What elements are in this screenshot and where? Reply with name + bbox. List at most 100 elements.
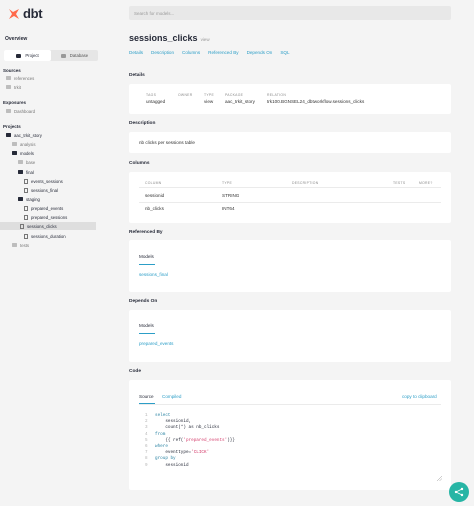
depends-on-card: Models prepared_events bbox=[129, 310, 451, 362]
sidebar-item-prepared-events[interactable]: prepared_events bbox=[24, 204, 63, 212]
sidebar-item-sessions-final[interactable]: sessions_final bbox=[24, 186, 58, 194]
sidebar-item-analysis[interactable]: analysis bbox=[12, 140, 36, 148]
code-block: 1 select 2 sessionid, 3 count(*) as nb_cl… bbox=[145, 413, 235, 469]
referenced-by-card: Models sessions_final bbox=[129, 240, 451, 292]
details-heading: Details bbox=[129, 73, 145, 78]
sidebar-item-base[interactable]: base bbox=[18, 158, 35, 166]
lineage-graph-icon bbox=[454, 487, 464, 497]
columns-header-type: TYPE bbox=[222, 181, 233, 185]
code-line: 9 sessionid bbox=[145, 462, 189, 468]
model-type: view bbox=[200, 37, 210, 42]
description-card: nb clicks per sessions table bbox=[129, 132, 451, 153]
details-value-tags: untagged bbox=[146, 99, 166, 104]
referenced-by-heading: Referenced By bbox=[129, 230, 163, 235]
sidebar-item-label: base bbox=[26, 159, 36, 165]
referenced-by-tab-models[interactable]: Models bbox=[139, 254, 154, 259]
details-value-package: aac_trkit_story bbox=[225, 99, 255, 104]
sidebar-item-staging[interactable]: staging bbox=[18, 195, 40, 203]
code-tab-source[interactable]: Source bbox=[139, 394, 154, 399]
sidebar-item-label: prepared_sessions bbox=[31, 214, 68, 220]
details-value-type: view bbox=[204, 99, 214, 104]
sidebar-item-label: trkit bbox=[14, 84, 21, 90]
folder-open-icon bbox=[6, 133, 11, 137]
details-label-package: PACKAGE bbox=[225, 93, 244, 97]
sidebar-item-dashboard[interactable]: Dashboard bbox=[6, 107, 35, 115]
sidebar-item-tests[interactable]: tests bbox=[12, 241, 29, 249]
sidebar-item-references[interactable]: references bbox=[6, 74, 34, 82]
exposures-heading: Exposures bbox=[3, 100, 27, 105]
divider bbox=[139, 202, 441, 203]
tab-database[interactable]: Database bbox=[51, 50, 98, 61]
file-icon bbox=[24, 205, 28, 211]
sidebar-item-label: sessions_final bbox=[31, 187, 58, 193]
sidebar-item-label: aac_trkit_story bbox=[14, 132, 42, 138]
divider bbox=[139, 187, 441, 188]
depends-on-link[interactable]: prepared_events bbox=[139, 341, 173, 346]
columns-header-more: MORE? bbox=[419, 181, 433, 185]
sidebar-item-trkit[interactable]: trkit bbox=[6, 83, 21, 91]
sidebar-item-label: references bbox=[14, 75, 35, 81]
sidebar-item-models[interactable]: models bbox=[12, 149, 34, 157]
columns-header-description: DESCRIPTION bbox=[292, 181, 319, 185]
lineage-graph-button[interactable] bbox=[449, 482, 469, 502]
sidebar-item-sessions-duration[interactable]: sessions_duration bbox=[24, 232, 66, 240]
overview-link[interactable]: Overview bbox=[5, 36, 27, 42]
sidebar: dbt Overview Project Database Sources re… bbox=[0, 0, 103, 506]
depends-on-heading: Depends On bbox=[129, 299, 158, 304]
divider bbox=[139, 404, 441, 405]
dbt-logo[interactable]: dbt bbox=[8, 6, 43, 21]
sidebar-item-label: models bbox=[20, 150, 34, 156]
column-name-nb-clicks[interactable]: nb_clicks bbox=[145, 206, 164, 211]
details-label-owner: OWNER bbox=[178, 93, 193, 97]
tab-project[interactable]: Project bbox=[4, 50, 51, 61]
tab-underline bbox=[139, 333, 155, 334]
sidebar-item-label: Dashboard bbox=[14, 108, 36, 114]
column-name-sessionid[interactable]: sessionid bbox=[145, 193, 164, 198]
nav-description[interactable]: Description bbox=[151, 50, 174, 55]
column-type-sessionid: STRING bbox=[222, 193, 240, 198]
folder-icon bbox=[6, 76, 11, 80]
file-icon bbox=[24, 214, 28, 220]
projects-heading: Projects bbox=[3, 124, 21, 129]
folder-icon bbox=[18, 160, 23, 164]
dbt-logo-icon bbox=[8, 8, 20, 20]
depends-on-tab-models[interactable]: Models bbox=[139, 323, 154, 328]
sidebar-item-label: analysis bbox=[20, 141, 36, 147]
nav-referenced-by[interactable]: Referenced By bbox=[208, 50, 238, 55]
tab-project-label: Project bbox=[25, 53, 39, 58]
sidebar-item-events-sessions[interactable]: events_sessions bbox=[24, 177, 63, 185]
sidebar-item-sessions-clicks[interactable]: sessions_clicks bbox=[0, 222, 96, 230]
page-title: sessions_clicks view bbox=[129, 33, 210, 43]
copy-to-clipboard-button[interactable]: copy to clipboard bbox=[402, 394, 437, 399]
description-text: nb clicks per sessions table bbox=[139, 140, 195, 145]
details-label-relation: RELATION bbox=[267, 93, 287, 97]
folder-icon bbox=[6, 109, 11, 113]
sidebar-tabs: Project Database bbox=[4, 50, 98, 61]
columns-card: COLUMN TYPE DESCRIPTION TESTS MORE? sess… bbox=[129, 172, 451, 223]
sidebar-item-label: sessions_clicks bbox=[27, 223, 57, 229]
sources-heading: Sources bbox=[3, 68, 21, 73]
file-icon bbox=[24, 187, 28, 193]
folder-icon bbox=[12, 142, 17, 146]
nav-sql[interactable]: SQL bbox=[280, 50, 289, 55]
sidebar-item-prepared-sessions[interactable]: prepared_sessions bbox=[24, 213, 67, 221]
details-card: TAGS OWNER TYPE PACKAGE RELATION untagge… bbox=[129, 84, 451, 114]
sidebar-item-label: prepared_events bbox=[31, 205, 64, 211]
sidebar-item-final[interactable]: final bbox=[18, 168, 34, 176]
nav-depends-on[interactable]: Depends On bbox=[247, 50, 273, 55]
folder-icon bbox=[12, 243, 17, 247]
folder-open-icon bbox=[12, 151, 17, 155]
sidebar-item-project-root[interactable]: aac_trkit_story bbox=[6, 131, 42, 139]
code-tab-compiled[interactable]: Compiled bbox=[162, 394, 181, 399]
details-label-tags: TAGS bbox=[146, 93, 157, 97]
sidebar-item-label: tests bbox=[20, 242, 30, 248]
section-nav: Details Description Columns Referenced B… bbox=[129, 50, 290, 55]
search-input[interactable]: Search for models... bbox=[129, 6, 451, 20]
resize-handle-icon[interactable] bbox=[437, 476, 442, 481]
nav-columns[interactable]: Columns bbox=[182, 50, 200, 55]
nav-details[interactable]: Details bbox=[129, 50, 143, 55]
folder-open-icon bbox=[18, 197, 23, 201]
database-icon bbox=[60, 53, 66, 58]
file-icon bbox=[24, 178, 28, 184]
referenced-by-link[interactable]: sessions_final bbox=[139, 272, 168, 277]
